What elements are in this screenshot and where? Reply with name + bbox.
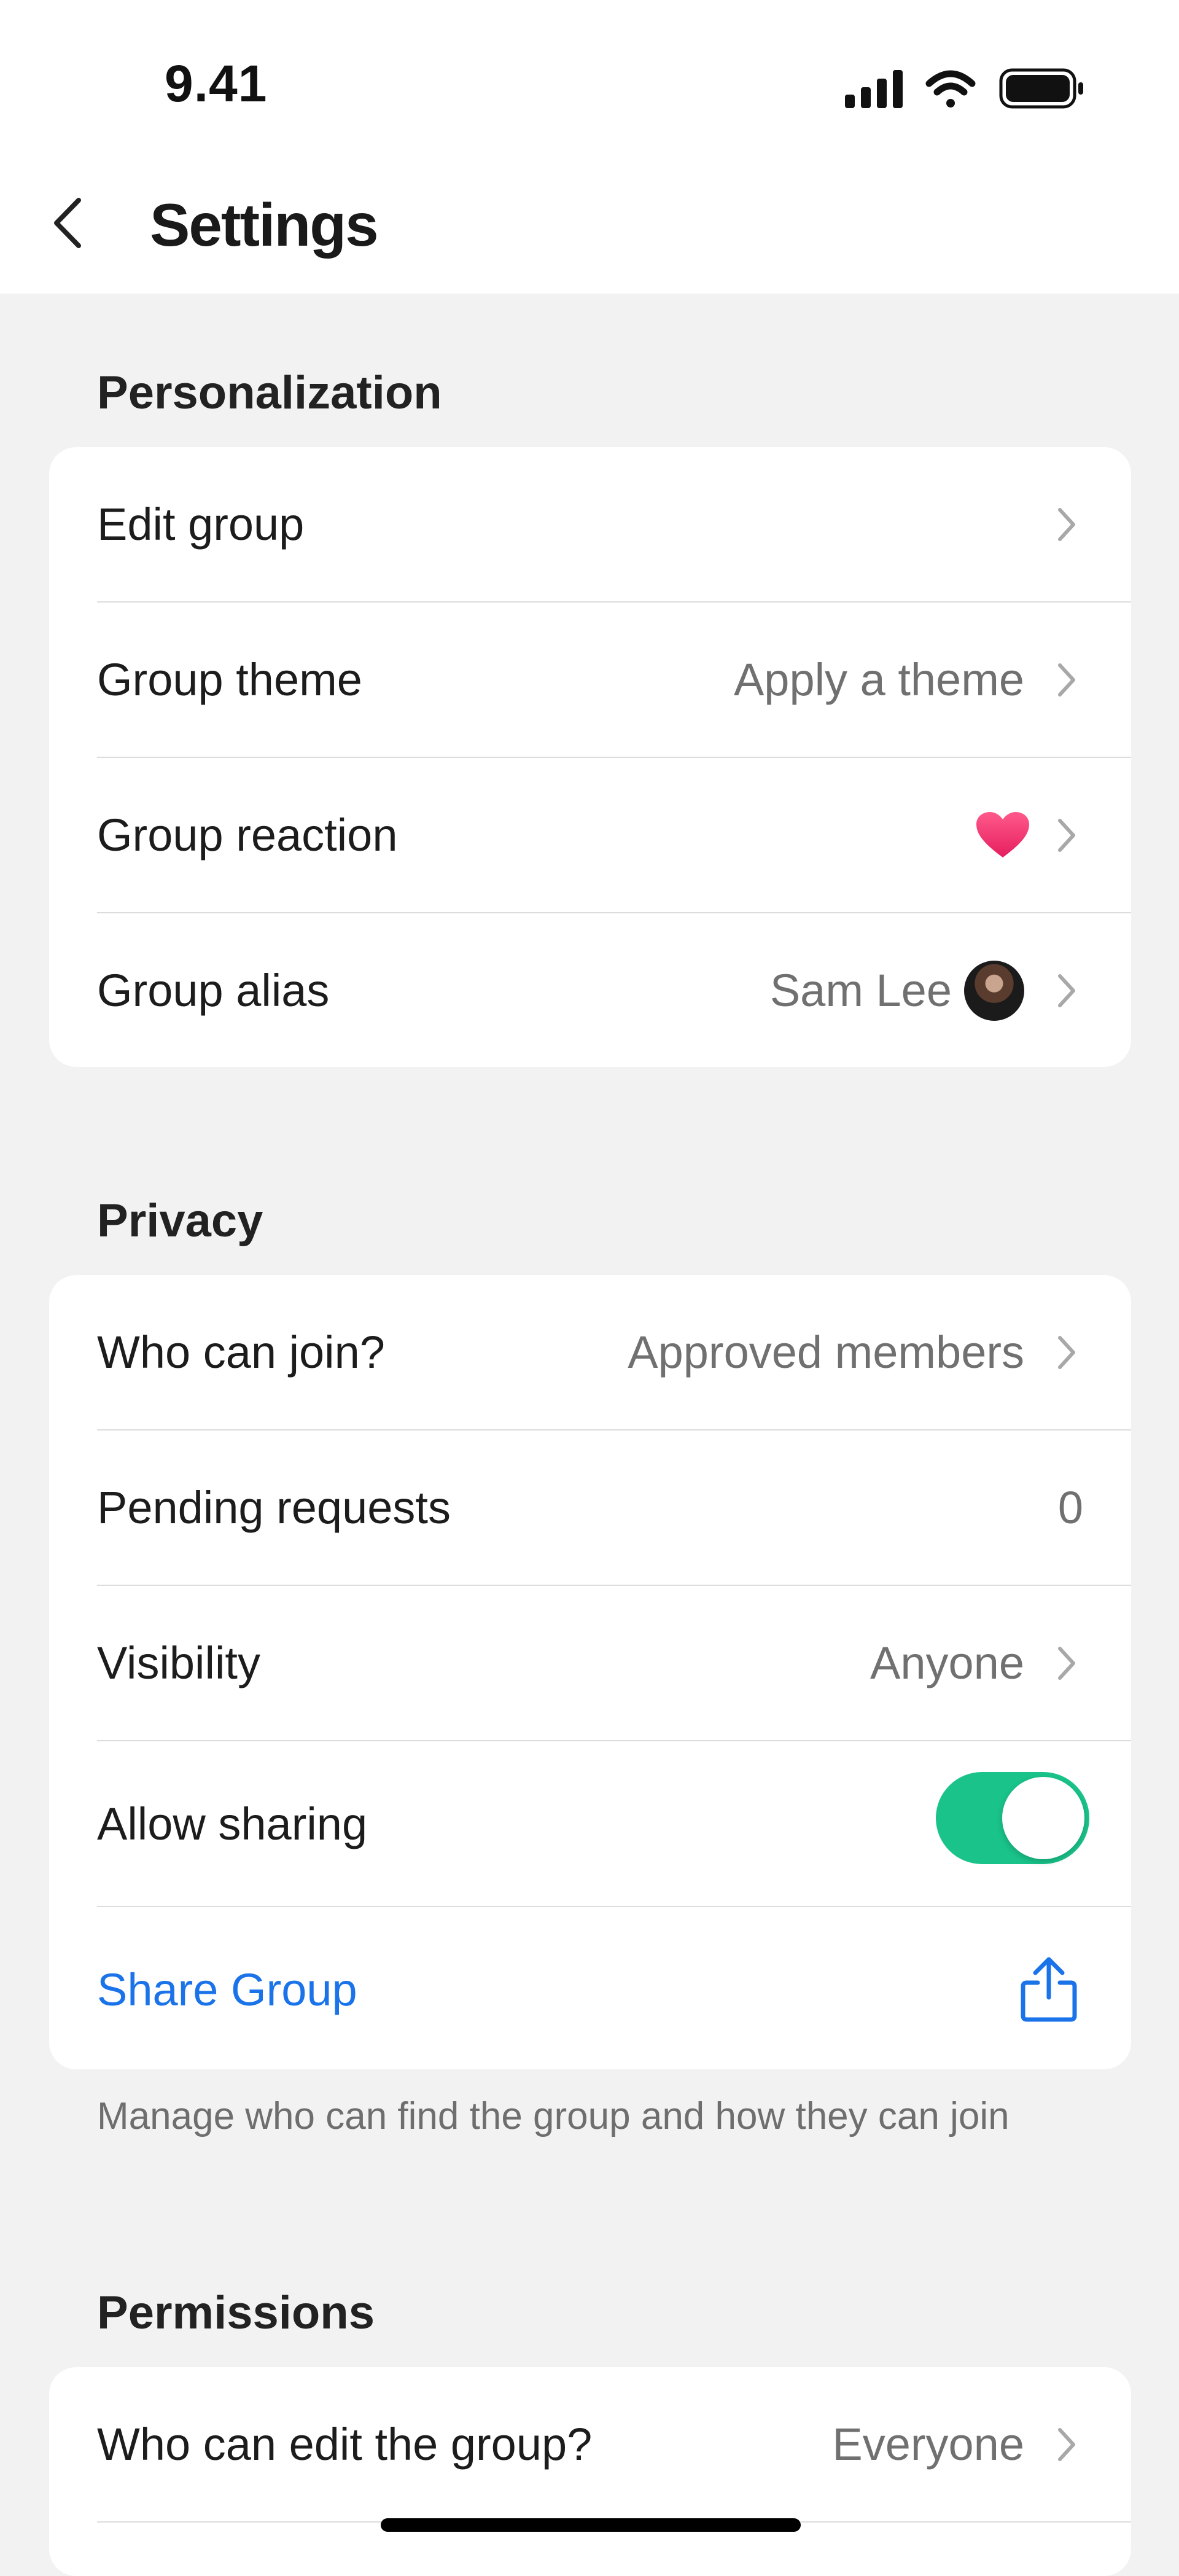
row-pending-requests[interactable]: Pending requests 0 bbox=[97, 1430, 1131, 1586]
row-allow-sharing: Allow sharing bbox=[97, 1741, 1131, 1907]
row-group-reaction[interactable]: Group reaction bbox=[97, 758, 1131, 913]
row-value: Approved members bbox=[628, 1327, 1024, 1378]
row-label: Group theme bbox=[97, 654, 362, 705]
row-label: Pending requests bbox=[97, 1482, 451, 1533]
section-title-personalization: Personalization bbox=[97, 367, 442, 419]
row-value: Sam Lee bbox=[769, 965, 952, 1016]
nav-header: Settings bbox=[0, 166, 1179, 294]
row-label: Who can join? bbox=[97, 1327, 385, 1378]
row-share-group[interactable]: Share Group bbox=[97, 1907, 1131, 2069]
row-value: Apply a theme bbox=[733, 654, 1024, 705]
toggle-knob bbox=[1002, 1777, 1084, 1859]
row-label: Who can edit the group? bbox=[97, 2419, 593, 2470]
row-label: Visibility bbox=[97, 1637, 260, 1688]
chevron-right-icon bbox=[1054, 817, 1078, 854]
row-label: Group reaction bbox=[97, 810, 398, 861]
allow-sharing-toggle[interactable] bbox=[936, 1772, 1089, 1864]
chevron-left-icon bbox=[54, 198, 81, 248]
status-time: 9.41 bbox=[165, 55, 268, 112]
row-group-alias[interactable]: Group alias Sam Lee bbox=[97, 913, 1131, 1067]
share-group-link[interactable]: Share Group bbox=[97, 1964, 1019, 2016]
row-visibility[interactable]: Visibility Anyone bbox=[97, 1586, 1131, 1741]
section-title-privacy: Privacy bbox=[97, 1195, 263, 1247]
row-label: Group alias bbox=[97, 965, 330, 1016]
permissions-card: Who can edit the group? Everyone bbox=[49, 2367, 1131, 2576]
section-title-permissions: Permissions bbox=[97, 2287, 375, 2339]
share-icon[interactable] bbox=[1019, 1956, 1078, 2023]
row-edit-group[interactable]: Edit group bbox=[97, 447, 1131, 603]
privacy-footnote: Manage who can find the group and how th… bbox=[97, 2095, 1010, 2137]
row-value: Anyone bbox=[870, 1637, 1024, 1688]
row-who-can-edit[interactable]: Who can edit the group? Everyone bbox=[97, 2367, 1131, 2523]
chevron-right-icon bbox=[1054, 2426, 1078, 2463]
signal-icon bbox=[845, 70, 903, 108]
back-button[interactable] bbox=[37, 189, 98, 257]
personalization-card: Edit group Group theme Apply a theme Gro… bbox=[49, 447, 1131, 1067]
privacy-card: Who can join? Approved members Pending r… bbox=[49, 1275, 1131, 2069]
chevron-right-icon bbox=[1054, 506, 1078, 543]
chevron-right-icon bbox=[1054, 972, 1078, 1009]
battery-icon bbox=[999, 68, 1083, 109]
chevron-right-icon bbox=[1054, 1334, 1078, 1371]
chevron-right-icon bbox=[1054, 1645, 1078, 1682]
avatar bbox=[964, 960, 1024, 1021]
pending-count: 0 bbox=[1057, 1482, 1083, 1533]
chevron-right-icon bbox=[1054, 662, 1078, 698]
row-label: Edit group bbox=[97, 499, 305, 550]
status-bar: 9.41 bbox=[0, 0, 1179, 166]
row-value: Everyone bbox=[832, 2419, 1024, 2470]
status-icons bbox=[845, 66, 1091, 111]
heart-icon bbox=[975, 811, 1030, 860]
row-group-theme[interactable]: Group theme Apply a theme bbox=[97, 603, 1131, 758]
row-who-can-join[interactable]: Who can join? Approved members bbox=[97, 1275, 1131, 1430]
home-indicator bbox=[381, 2518, 801, 2532]
page-title: Settings bbox=[150, 191, 379, 259]
wifi-icon bbox=[925, 70, 976, 107]
